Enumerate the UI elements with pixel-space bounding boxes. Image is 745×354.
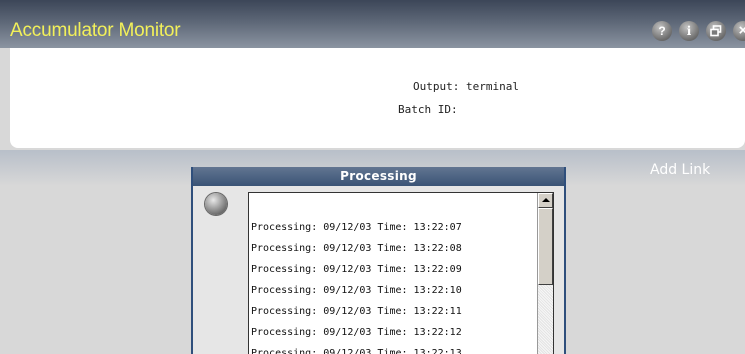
log-line: Processing: 09/12/03 Time: 13:22:11 [251, 306, 462, 317]
output-label: Output: terminal [413, 80, 519, 93]
info-icon[interactable]: i [679, 21, 699, 41]
scroll-thumb[interactable] [538, 208, 553, 285]
restore-icon[interactable] [706, 21, 726, 41]
status-light-icon [205, 193, 227, 215]
scroll-up-icon[interactable] [538, 193, 553, 208]
log-line: Processing: 09/12/03 Time: 13:22:13 [251, 348, 462, 354]
processing-header: Processing [193, 167, 564, 186]
processing-log[interactable]: Processing: 09/12/03 Time: 13:22:07 Proc… [248, 192, 554, 354]
log-lines: Processing: 09/12/03 Time: 13:22:07 Proc… [251, 217, 462, 354]
add-link[interactable]: Add Link [650, 162, 710, 178]
batch-id-label: Batch ID: [398, 103, 458, 116]
app-title: Accumulator Monitor [10, 20, 181, 41]
processing-panel: Processing Processing: 09/12/03 Time: 13… [191, 167, 566, 354]
close-icon[interactable]: × [733, 21, 745, 41]
log-line: Processing: 09/12/03 Time: 13:22:12 [251, 327, 462, 338]
log-line: Processing: 09/12/03 Time: 13:22:07 [251, 222, 462, 233]
info-panel: Output: terminal Batch ID: [10, 48, 745, 148]
log-line: Processing: 09/12/03 Time: 13:22:08 [251, 243, 462, 254]
title-bar: Accumulator Monitor ? i × [0, 0, 745, 48]
log-line: Processing: 09/12/03 Time: 13:22:09 [251, 264, 462, 275]
help-icon[interactable]: ? [652, 21, 672, 41]
log-scrollbar[interactable] [537, 193, 553, 354]
log-line: Processing: 09/12/03 Time: 13:22:10 [251, 285, 462, 296]
